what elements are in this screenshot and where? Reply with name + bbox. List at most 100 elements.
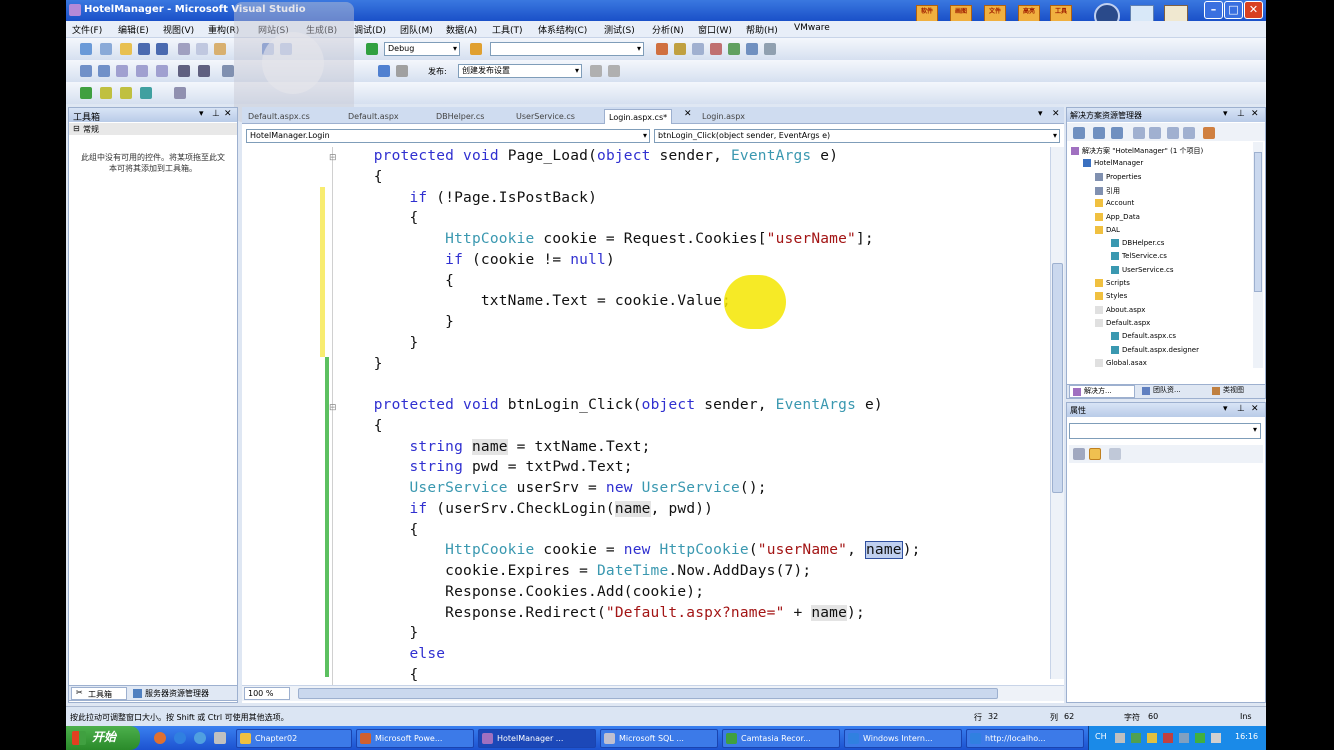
code-line[interactable]: } bbox=[338, 335, 418, 351]
code-line[interactable]: } bbox=[338, 625, 418, 641]
outdent-icon[interactable] bbox=[116, 65, 128, 77]
start-button[interactable]: 开始 bbox=[66, 726, 140, 750]
se-show-all-icon[interactable] bbox=[1093, 127, 1105, 139]
bookmark-icon[interactable] bbox=[178, 65, 190, 77]
tray-display-icon[interactable] bbox=[1179, 733, 1189, 743]
publish-icon[interactable] bbox=[378, 65, 390, 77]
property-pages-icon[interactable] bbox=[1109, 448, 1121, 460]
comment-icon[interactable] bbox=[136, 65, 148, 77]
task-powerpoint[interactable]: Microsoft Powe... bbox=[356, 729, 474, 748]
se-tab-solution[interactable]: 解决方... bbox=[1069, 385, 1135, 398]
menu-tools[interactable]: 工具(T) bbox=[492, 23, 523, 36]
quicklaunch-ie-icon[interactable] bbox=[174, 732, 186, 744]
tree-item[interactable]: TelService.cs bbox=[1111, 252, 1167, 261]
save-icon[interactable] bbox=[138, 43, 150, 55]
next-bookmark-icon[interactable] bbox=[198, 65, 210, 77]
toolbox-pin-icon[interactable]: ⊥ bbox=[212, 109, 220, 119]
tree-item[interactable]: App_Data bbox=[1095, 212, 1140, 221]
properties-object-combo[interactable]: ▾ bbox=[1069, 423, 1261, 439]
tab-default-aspx-cs[interactable]: Default.aspx.cs bbox=[244, 109, 314, 124]
menu-file[interactable]: 文件(F) bbox=[72, 23, 102, 36]
tree-item[interactable]: Global.asax bbox=[1095, 358, 1147, 367]
tab-login-aspx[interactable]: Login.aspx bbox=[698, 109, 749, 124]
css-icon[interactable] bbox=[222, 65, 234, 77]
tree-item[interactable]: UserService.cs bbox=[1111, 265, 1174, 274]
se-close-icon[interactable]: ✕ bbox=[1251, 109, 1259, 119]
task-hotelmanager[interactable]: HotelManager ... bbox=[478, 729, 596, 748]
tray-recorder-icon[interactable] bbox=[1195, 733, 1205, 743]
code-line[interactable]: } bbox=[338, 314, 454, 330]
breakpoints-icon[interactable] bbox=[174, 87, 186, 99]
code-line[interactable]: { bbox=[338, 169, 383, 185]
code-line[interactable]: HttpCookie cookie = Request.Cookies["use… bbox=[338, 231, 874, 247]
tree-item[interactable]: Styles bbox=[1095, 292, 1127, 301]
tree-item[interactable]: Default.aspx bbox=[1095, 318, 1150, 327]
object-browser-icon[interactable] bbox=[692, 43, 704, 55]
menu-view[interactable]: 视图(V) bbox=[163, 23, 194, 36]
se-tab-team[interactable]: 团队资... bbox=[1139, 385, 1205, 398]
task-chapter02[interactable]: Chapter02 bbox=[236, 729, 352, 748]
menu-team[interactable]: 团队(M) bbox=[400, 23, 433, 36]
menu-debug[interactable]: 调试(D) bbox=[354, 23, 386, 36]
se-scroll-thumb[interactable] bbox=[1254, 152, 1262, 292]
tab-dbhelper[interactable]: DBHelper.cs bbox=[432, 109, 488, 124]
toolbox-section[interactable]: ⊟ 常规 bbox=[69, 123, 237, 135]
code-line[interactable]: Response.Cookies.Add(cookie); bbox=[338, 584, 704, 600]
new-project-icon[interactable] bbox=[80, 43, 92, 55]
menu-edit[interactable]: 编辑(E) bbox=[118, 23, 149, 36]
code-line[interactable]: string name = txtName.Text; bbox=[338, 438, 651, 455]
code-line[interactable]: if (!Page.IsPostBack) bbox=[338, 190, 597, 206]
code-line[interactable]: } bbox=[338, 356, 383, 372]
paste-icon[interactable] bbox=[214, 43, 226, 55]
find-in-files-icon[interactable] bbox=[470, 43, 482, 55]
tree-item[interactable]: DBHelper.cs bbox=[1111, 239, 1164, 248]
uncomment-icon[interactable] bbox=[156, 65, 168, 77]
tree-item[interactable]: HotelManager bbox=[1083, 159, 1143, 168]
class-nav-combo[interactable]: HotelManager.Login bbox=[246, 129, 650, 143]
code-line[interactable]: { bbox=[338, 418, 383, 434]
tree-item[interactable]: Scripts bbox=[1095, 279, 1130, 287]
task-localhost[interactable]: http://localho... bbox=[966, 729, 1084, 748]
alphabetical-icon[interactable] bbox=[1089, 448, 1101, 460]
tray-usb-icon[interactable] bbox=[1211, 733, 1221, 743]
tray-volume-icon[interactable] bbox=[1147, 733, 1157, 743]
deploy-combo[interactable]: 创建发布设置 bbox=[458, 64, 582, 78]
extension-icon[interactable] bbox=[746, 43, 758, 55]
tree-item[interactable]: Default.aspx.designer bbox=[1111, 345, 1199, 354]
menu-analyze[interactable]: 分析(N) bbox=[652, 23, 684, 36]
collapse-toggle-1[interactable]: ⊟ bbox=[329, 153, 337, 163]
code-line[interactable]: Response.Redirect("Default.aspx?name=" +… bbox=[338, 604, 865, 621]
open-file-icon[interactable] bbox=[120, 43, 132, 55]
customize-icon[interactable] bbox=[764, 43, 776, 55]
copy-icon[interactable] bbox=[196, 43, 208, 55]
tray-ime-icon[interactable] bbox=[1115, 733, 1125, 743]
se-scrollbar[interactable] bbox=[1253, 142, 1263, 368]
code-line[interactable]: { bbox=[338, 667, 418, 683]
code-line[interactable]: UserService userSrv = new UserService(); bbox=[338, 480, 767, 496]
menu-window[interactable]: 窗口(W) bbox=[698, 23, 732, 36]
tray-security-icon[interactable] bbox=[1163, 733, 1173, 743]
step-into-icon[interactable] bbox=[100, 87, 112, 99]
properties-icon[interactable] bbox=[674, 43, 686, 55]
menu-test[interactable]: 测试(S) bbox=[604, 23, 635, 36]
se-pin-icon[interactable]: ⊥ bbox=[1237, 109, 1245, 119]
tabs-dropdown-icon[interactable]: ▾ bbox=[1038, 109, 1043, 119]
tree-item[interactable]: Properties bbox=[1095, 172, 1141, 181]
collapse-toggle-2[interactable]: ⊟ bbox=[329, 403, 337, 413]
code-line[interactable]: txtName.Text = cookie.Value; bbox=[338, 293, 731, 309]
prop-pin-icon[interactable]: ⊥ bbox=[1237, 404, 1245, 414]
tab-close-icon[interactable]: ✕ bbox=[684, 109, 692, 119]
tab-login-aspx-cs[interactable]: Login.aspx.cs* bbox=[604, 109, 673, 124]
vertical-scrollbar[interactable] bbox=[1050, 147, 1064, 679]
prop-close-icon[interactable]: ✕ bbox=[1251, 404, 1259, 414]
tree-item[interactable]: 引用 bbox=[1095, 186, 1120, 196]
code-line[interactable]: { bbox=[338, 273, 454, 289]
se-config-icon[interactable] bbox=[1203, 127, 1215, 139]
server-explorer-tab[interactable]: 服务器资源管理器 bbox=[131, 687, 235, 700]
horizontal-scroll-thumb[interactable] bbox=[298, 688, 998, 699]
menu-data[interactable]: 数据(A) bbox=[446, 23, 477, 36]
tree-item[interactable]: DAL bbox=[1095, 225, 1120, 234]
deploy-run-icon[interactable] bbox=[608, 65, 620, 77]
code-line[interactable]: if (userSrv.CheckLogin(name, pwd)) bbox=[338, 500, 713, 517]
code-line[interactable]: else bbox=[338, 646, 445, 662]
